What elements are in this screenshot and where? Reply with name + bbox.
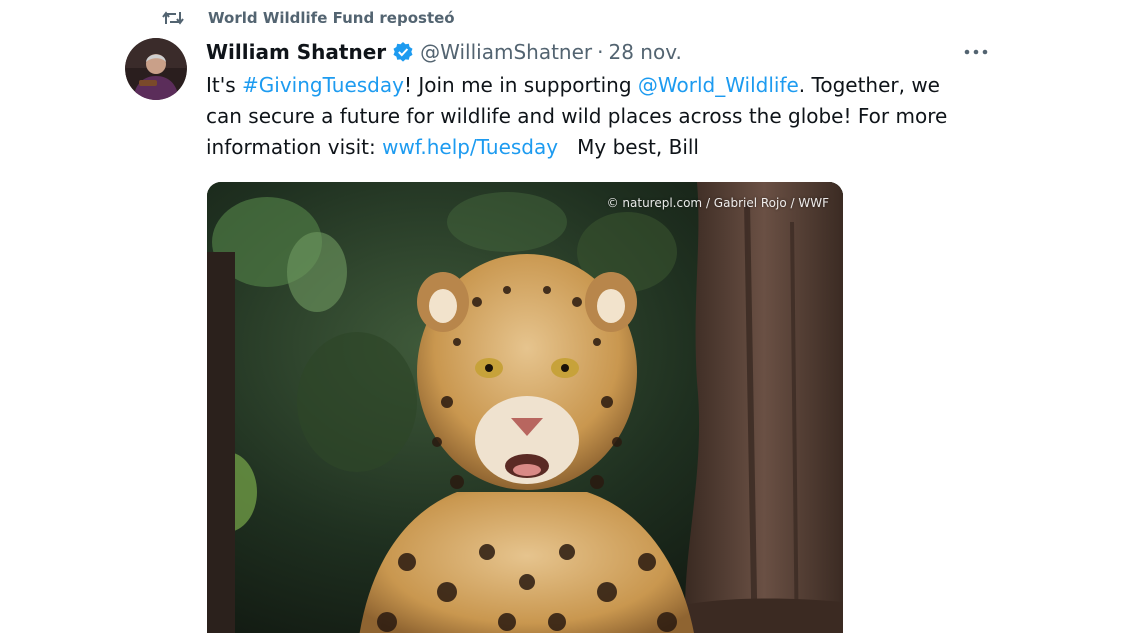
tweet-text-line: It's #GivingTuesday! Join me in supporti… [206, 70, 996, 101]
hashtag-link[interactable]: #GivingTuesday [242, 73, 404, 97]
repost-label[interactable]: World Wildlife Fund reposteó [208, 9, 455, 27]
author-name[interactable]: William Shatner [206, 40, 386, 64]
text-segment: My best, Bill [558, 135, 699, 159]
text-segment: . Together, we [798, 73, 940, 97]
tweet-media-image[interactable]: © naturepl.com / Gabriel Rojo / WWF [207, 182, 843, 633]
photo-credit: © naturepl.com / Gabriel Rojo / WWF [606, 196, 829, 210]
author-handle[interactable]: @WilliamShatner [420, 40, 592, 64]
tweet-text-line: information visit: wwf.help/Tuesday My b… [206, 132, 996, 163]
tweet-header: William Shatner @WilliamShatner · 28 nov… [206, 38, 682, 66]
avatar[interactable] [125, 38, 187, 100]
tweet-text: It's #GivingTuesday! Join me in supporti… [206, 70, 996, 163]
more-dots-icon [964, 49, 988, 55]
jaguar-photo [207, 182, 843, 633]
text-segment: information visit: [206, 135, 383, 159]
tweet-date[interactable]: 28 nov. [609, 40, 682, 64]
mention-link[interactable]: @World_Wildlife [638, 73, 799, 97]
tweet-page: World Wildlife Fund reposteó William Sha… [0, 0, 1121, 633]
separator-dot: · [597, 40, 604, 64]
tweet-text-line: can secure a future for wildlife and wil… [206, 104, 948, 128]
text-segment: ! Join me in supporting [403, 73, 638, 97]
text-segment: It's [206, 73, 243, 97]
verified-badge-icon [392, 41, 414, 63]
repost-indicator[interactable]: World Wildlife Fund reposteó [160, 6, 455, 30]
more-options-button[interactable] [958, 38, 994, 66]
url-link[interactable]: wwf.help/Tuesday [382, 135, 558, 159]
repost-icon [160, 7, 186, 29]
